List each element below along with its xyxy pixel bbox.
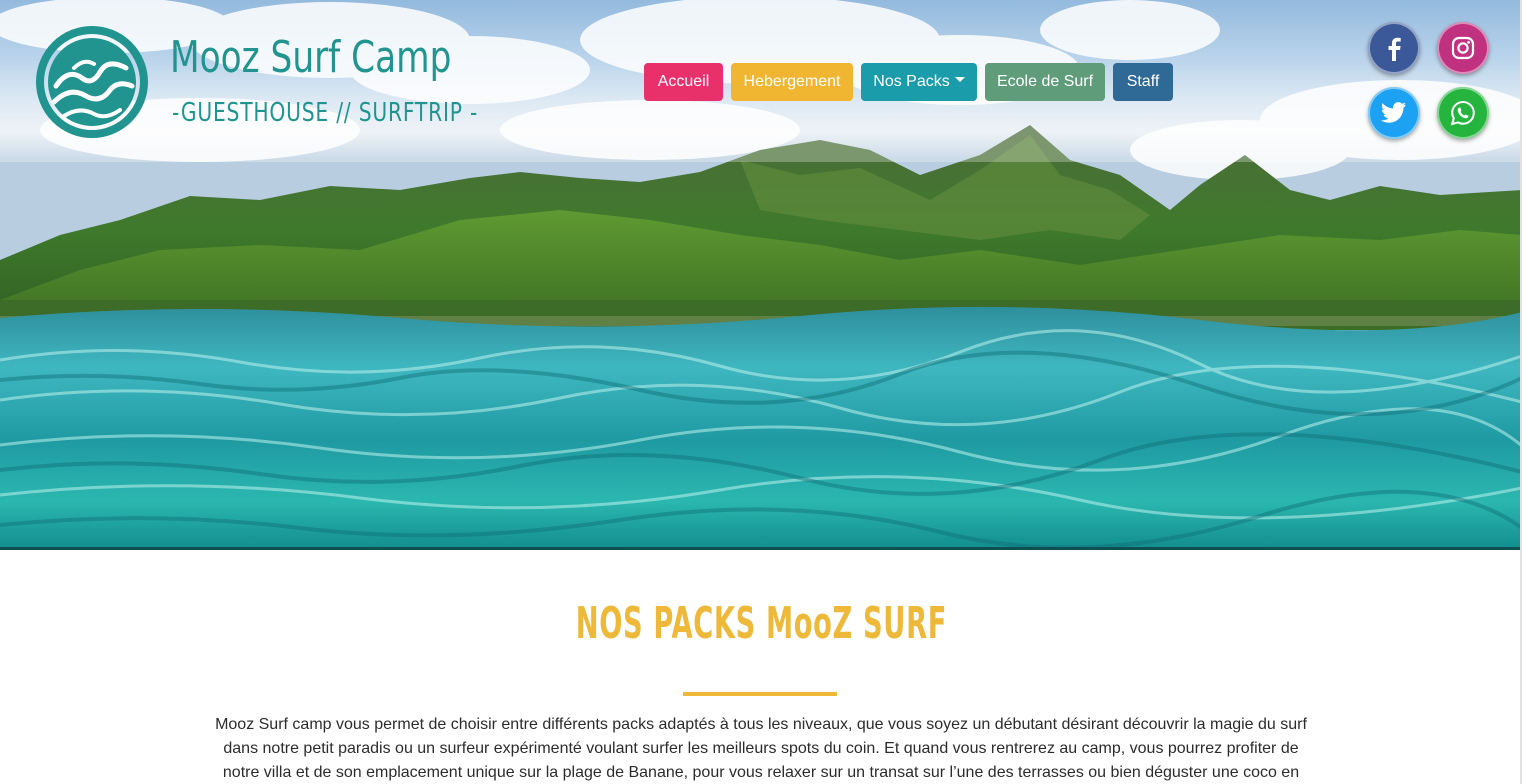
instagram-icon	[1451, 36, 1475, 60]
site-logo[interactable]: Mooz Surf Camp -GUESTHOUSE // SURFTRIP -	[34, 22, 477, 142]
nav-hebergement-label: Hebergement	[743, 73, 841, 90]
whatsapp-button[interactable]	[1437, 87, 1489, 139]
logo-title: Mooz Surf Camp	[170, 32, 452, 83]
title-underline	[683, 692, 837, 696]
instagram-button[interactable]	[1437, 22, 1489, 74]
nav-packs-label: Nos Packs	[873, 73, 950, 90]
wave-logo-icon	[36, 26, 148, 138]
section-title-text: NOS PACKS MooZ SURF	[575, 598, 947, 649]
nav-accueil-button[interactable]: Accueil	[644, 63, 723, 101]
chevron-down-icon	[954, 77, 965, 83]
hero-banner: Mooz Surf Camp -GUESTHOUSE // SURFTRIP -…	[0, 0, 1522, 550]
nav-staff-label: Staff	[1126, 73, 1160, 90]
facebook-icon	[1388, 37, 1401, 61]
nav-ecole-surf-button[interactable]: Ecole de Surf	[985, 63, 1105, 101]
hero-divider	[0, 547, 1522, 550]
intro-paragraph: Mooz Surf camp vous permet de choisir en…	[215, 716, 1307, 781]
facebook-button[interactable]	[1368, 22, 1420, 74]
twitter-button[interactable]	[1368, 87, 1420, 139]
nav-accueil-label: Accueil	[657, 73, 710, 90]
logo-tagline: -GUESTHOUSE // SURFTRIP -	[172, 98, 479, 128]
nav-staff-button[interactable]: Staff	[1113, 63, 1173, 101]
nav-hebergement-button[interactable]: Hebergement	[731, 63, 853, 101]
nav-packs-dropdown[interactable]: Nos Packs	[861, 63, 977, 101]
twitter-icon	[1381, 102, 1406, 123]
section-title: NOS PACKS MooZ SURF	[0, 598, 1522, 649]
whatsapp-icon	[1450, 100, 1475, 126]
nav-ecole-surf-label: Ecole de Surf	[996, 73, 1094, 90]
